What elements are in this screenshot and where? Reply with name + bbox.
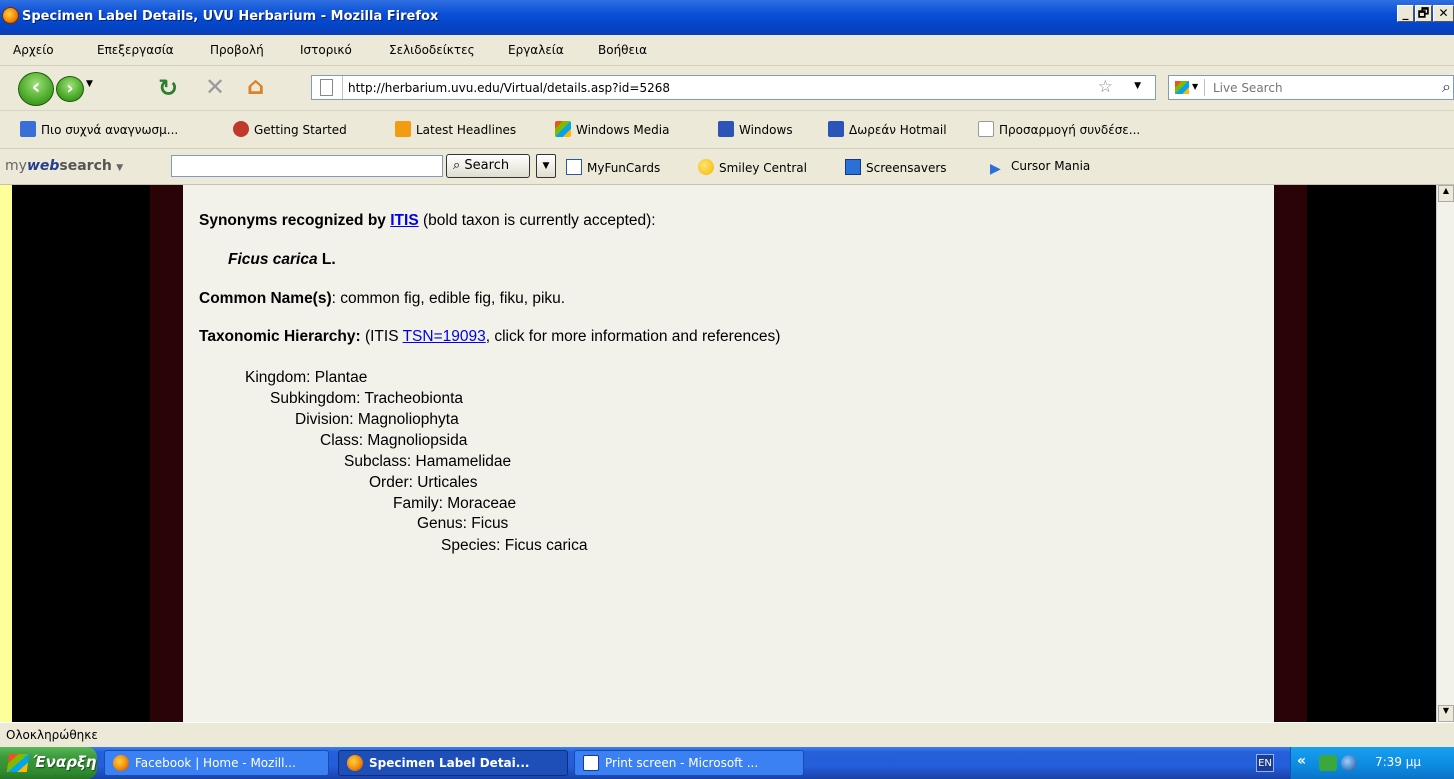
messenger-icon[interactable]: [1341, 755, 1357, 771]
network-icon[interactable]: [1319, 755, 1337, 771]
search-bar[interactable]: ▼ ⌕: [1168, 75, 1454, 100]
vertical-scrollbar[interactable]: ▲ ▼: [1436, 185, 1454, 722]
taxon-family: Family: Moraceae: [393, 495, 517, 512]
menu-bar: Αρχείο Επεξεργασία Προβολή Ιστορικό Σελι…: [0, 35, 1454, 66]
bookmark-star-icon[interactable]: ☆: [1098, 77, 1113, 97]
smiley-icon: [698, 159, 714, 175]
minimize-button[interactable]: _: [1397, 5, 1414, 22]
bookmark-item[interactable]: Προσαρμογή συνδέσε...: [978, 121, 1140, 137]
menu-history[interactable]: Ιστορικό: [300, 43, 352, 57]
firefox-icon: [347, 755, 363, 771]
page-icon: [320, 79, 333, 96]
search-input[interactable]: [1213, 79, 1403, 96]
taxonomic-hierarchy-line: Taxonomic Hierarchy: (ITIS TSN=19093, cl…: [199, 328, 781, 345]
bookmark-item[interactable]: Windows Media: [555, 121, 669, 137]
bookmark-item[interactable]: Windows: [718, 121, 793, 137]
websearch-search-button[interactable]: ⌕ Search: [446, 154, 530, 178]
window-title: Specimen Label Details, UVU Herbarium - …: [22, 9, 439, 24]
menu-edit[interactable]: Επεξεργασία: [97, 43, 174, 57]
myfuncards-link[interactable]: MyFunCards: [566, 159, 660, 175]
bookmark-item[interactable]: Latest Headlines: [395, 121, 516, 137]
scroll-up-arrow[interactable]: ▲: [1438, 185, 1454, 202]
language-indicator[interactable]: EN: [1256, 754, 1274, 772]
taskbar-item-word[interactable]: Print screen - Microsoft ...: [574, 750, 804, 776]
search-icon: ⌕: [453, 158, 461, 173]
magnifier-icon[interactable]: ⌕: [1442, 77, 1451, 97]
taxon-class: Class: Magnoliopsida: [320, 432, 468, 449]
home-icon[interactable]: ⌂: [247, 72, 264, 100]
taxon-kingdom: Kingdom: Plantae: [245, 369, 368, 386]
address-bar[interactable]: http://herbarium.uvu.edu/Virtual/details…: [311, 75, 1156, 100]
taskbar-item-specimen[interactable]: Specimen Label Detai...: [338, 750, 568, 776]
bookmark-item[interactable]: Δωρεάν Hotmail: [828, 121, 947, 137]
start-button[interactable]: Έναρξη: [0, 747, 97, 779]
url-text[interactable]: http://herbarium.uvu.edu/Virtual/details…: [348, 81, 670, 95]
bookmark-item[interactable]: Getting Started: [233, 121, 347, 137]
page-icon: [978, 121, 994, 137]
monitor-icon: [845, 159, 861, 175]
taxon-subclass: Subclass: Hamamelidae: [344, 453, 512, 470]
cursor-mania-link[interactable]: ▶ Cursor Mania: [990, 159, 1090, 177]
menu-tools[interactable]: Εργαλεία: [508, 43, 564, 57]
screensavers-link[interactable]: Screensavers: [845, 159, 947, 175]
page-content: Synonyms recognized by ITIS (bold taxon …: [183, 185, 1274, 722]
taxon-subkingdom: Subkingdom: Tracheobionta: [270, 390, 464, 407]
menu-file[interactable]: Αρχείο: [13, 43, 54, 57]
taxon-genus: Genus: Ficus: [417, 515, 509, 532]
msn-icon: [828, 121, 844, 137]
firefox-getting-started-icon: [233, 121, 249, 137]
history-dropdown-icon[interactable]: ▼: [86, 79, 93, 89]
tsn-link[interactable]: TSN=19093: [403, 328, 486, 345]
most-visited-icon: [20, 121, 36, 137]
forward-button[interactable]: ›: [56, 76, 84, 102]
cursor-icon: ▶: [990, 161, 1001, 177]
system-tray: « 7:39 μμ: [1290, 747, 1454, 779]
stop-icon[interactable]: ✕: [205, 73, 225, 101]
taxon-species: Species: Ficus carica: [441, 537, 588, 554]
back-button[interactable]: ‹: [18, 72, 54, 106]
bookmarks-toolbar: Πιο συχνά αναγνωσμ... Getting Started La…: [0, 111, 1454, 149]
chevron-down-icon: ▼: [116, 163, 124, 173]
clock: 7:39 μμ: [1375, 755, 1422, 769]
taskbar-item-facebook[interactable]: Facebook | Home - Mozill...: [104, 750, 329, 776]
msn-icon: [718, 121, 734, 137]
menu-help[interactable]: Βοήθεια: [598, 43, 647, 57]
websearch-input[interactable]: [171, 155, 443, 177]
bookmark-item[interactable]: Πιο συχνά αναγνωσμ...: [20, 121, 178, 137]
synonyms-line: Synonyms recognized by ITIS (bold taxon …: [199, 212, 656, 229]
firefox-icon: [2, 7, 19, 24]
word-icon: [583, 755, 599, 771]
windows-media-icon: [555, 121, 571, 137]
common-names-line: Common Name(s): common fig, edible fig, …: [199, 290, 566, 307]
maximize-button[interactable]: 🗗: [1415, 5, 1432, 22]
menu-view[interactable]: Προβολή: [210, 43, 264, 57]
navigation-toolbar: ‹ › ▼ ↻ ✕ ⌂ http://herbarium.uvu.edu/Vir…: [0, 66, 1454, 111]
close-button[interactable]: ✕: [1433, 5, 1454, 22]
search-engine-selector[interactable]: ▼: [1173, 79, 1205, 96]
live-search-icon: [1175, 81, 1189, 94]
accepted-taxon: Ficus carica L.: [228, 251, 336, 268]
ecard-icon: [566, 159, 582, 175]
itis-link[interactable]: ITIS: [390, 212, 418, 229]
show-hidden-icons-button[interactable]: «: [1297, 753, 1306, 769]
status-text: Ολοκληρώθηκε: [6, 728, 98, 742]
windows-taskbar: Έναρξη Facebook | Home - Mozill... Speci…: [0, 747, 1454, 779]
menu-bookmarks[interactable]: Σελιδοδείκτες: [389, 43, 475, 57]
windows-logo-icon: [6, 754, 30, 772]
firefox-icon: [113, 755, 129, 771]
rss-feed-icon: [395, 121, 411, 137]
websearch-dropdown-button[interactable]: ▼: [536, 154, 556, 178]
content-viewport[interactable]: Synonyms recognized by ITIS (bold taxon …: [12, 185, 1448, 722]
websearch-toolbar: mywebsearch ▼ ⌕ Search ▼ MyFunCards Smil…: [0, 149, 1454, 185]
websearch-brand[interactable]: mywebsearch ▼: [5, 158, 123, 174]
reload-icon[interactable]: ↻: [158, 74, 178, 102]
scroll-down-arrow[interactable]: ▼: [1438, 705, 1454, 722]
window-title-bar[interactable]: Specimen Label Details, UVU Herbarium - …: [0, 0, 1454, 35]
taxon-division: Division: Magnoliophyta: [295, 411, 459, 428]
taxon-order: Order: Urticales: [369, 474, 478, 491]
status-bar: Ολοκληρώθηκε: [0, 722, 1454, 747]
url-history-dropdown-icon[interactable]: ▼: [1134, 81, 1141, 91]
smiley-central-link[interactable]: Smiley Central: [698, 159, 807, 175]
